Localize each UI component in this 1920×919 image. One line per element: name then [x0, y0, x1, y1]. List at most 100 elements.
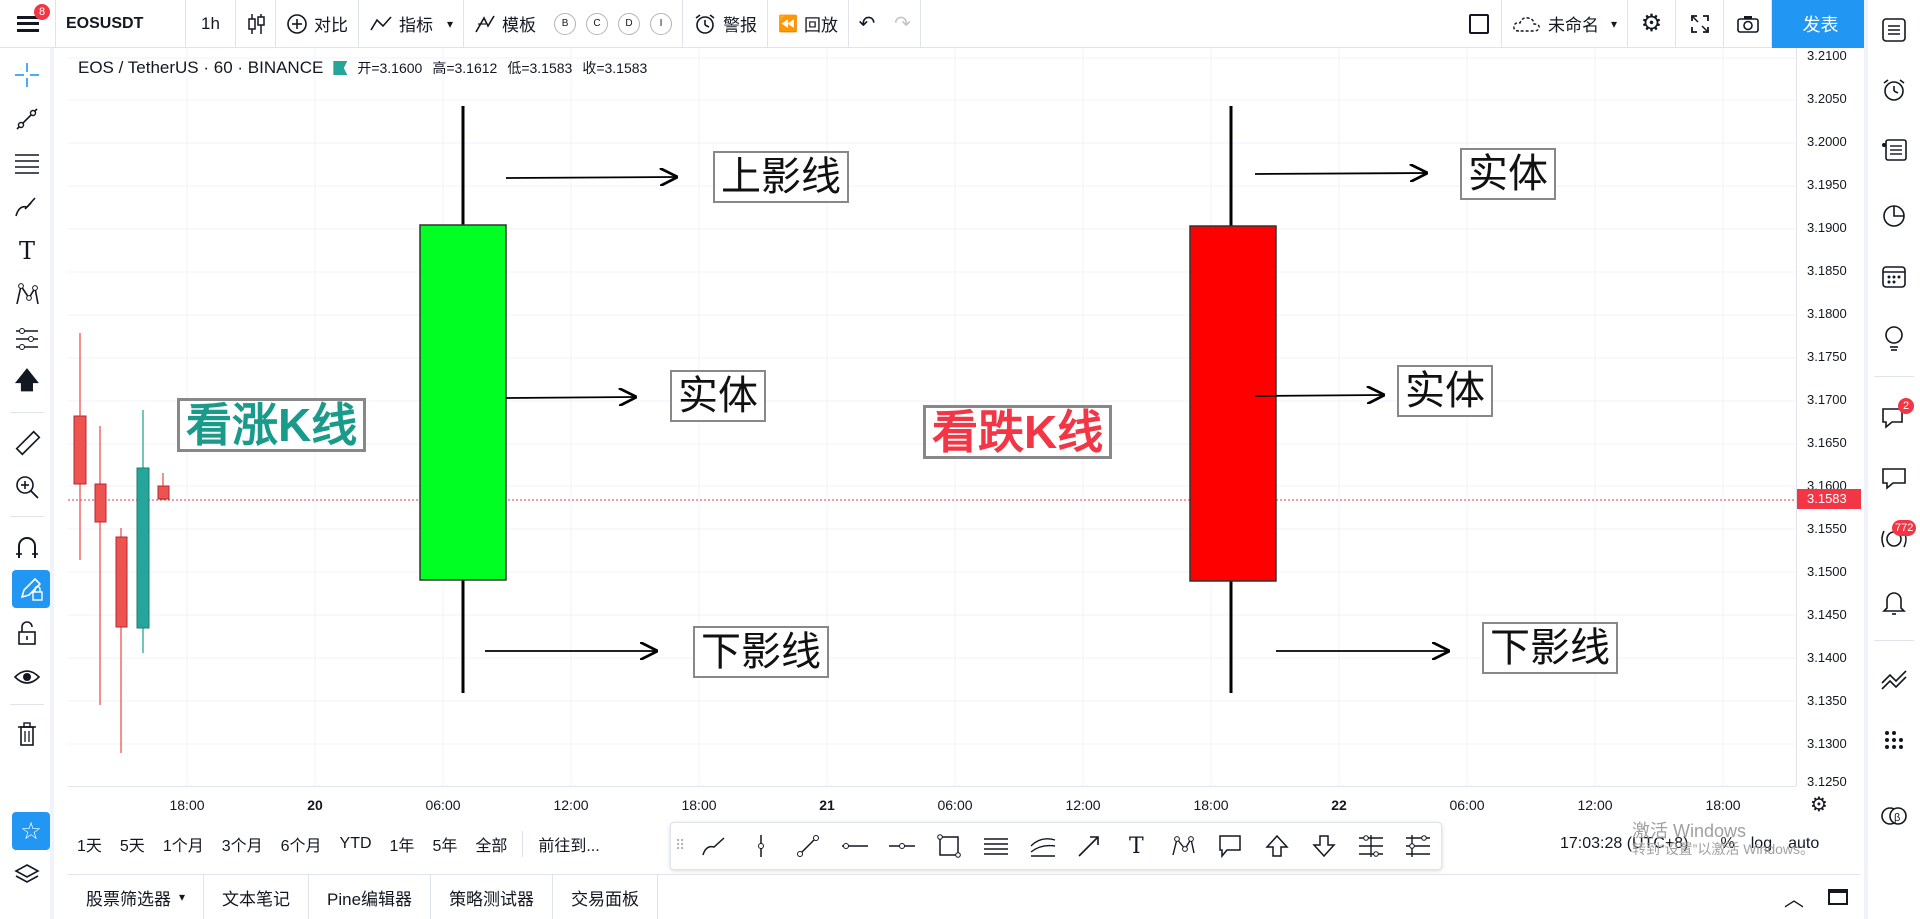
- alerts-button[interactable]: [1868, 70, 1920, 110]
- axis-settings-button[interactable]: ⚙: [1810, 792, 1828, 817]
- range-1d[interactable]: 1天: [68, 832, 111, 856]
- tab-trading-panel[interactable]: 交易面板: [553, 874, 659, 919]
- undo-button[interactable]: ↶: [849, 0, 885, 48]
- chart-type-button[interactable]: [236, 0, 276, 48]
- interval-button[interactable]: 1h: [186, 0, 236, 48]
- order-panel-button[interactable]: [1868, 660, 1920, 700]
- price-tick: 3.1500: [1807, 564, 1847, 579]
- publish-button[interactable]: 发表: [1772, 0, 1870, 48]
- symbol-search-button[interactable]: EOSUSDT: [56, 0, 186, 48]
- draw-horizontal-line-tool[interactable]: [879, 824, 926, 868]
- range-ytd[interactable]: YTD: [331, 835, 381, 853]
- zoom-tool[interactable]: [0, 468, 54, 506]
- indicators-button[interactable]: 指标 ▾: [359, 0, 465, 48]
- tab-stock-screener[interactable]: 股票筛选器 ▾: [68, 874, 205, 919]
- brush-tool[interactable]: [0, 188, 54, 226]
- layout-name-button[interactable]: 未命名 ▾: [1502, 0, 1628, 48]
- chip-c[interactable]: C: [586, 12, 609, 35]
- fib-tool[interactable]: [0, 144, 54, 182]
- compare-button[interactable]: 对比: [276, 0, 359, 48]
- object-tree-tool[interactable]: [0, 856, 54, 894]
- private-chats-button[interactable]: [1868, 458, 1920, 498]
- text-tool[interactable]: T: [0, 232, 54, 270]
- prediction-tool[interactable]: [0, 320, 54, 358]
- range-6m[interactable]: 6个月: [272, 832, 331, 856]
- trendline-tool[interactable]: [0, 100, 54, 138]
- window-icon: [1828, 889, 1848, 905]
- alert-button[interactable]: 警报: [683, 0, 769, 48]
- main-menu-button[interactable]: 8: [0, 0, 56, 48]
- help-center-button[interactable]: β: [1868, 796, 1920, 836]
- arrow-up-tool[interactable]: 🡅: [0, 364, 54, 402]
- tab-pine-editor[interactable]: Pine编辑器: [309, 874, 432, 919]
- draw-date-range-tool[interactable]: [1347, 824, 1394, 868]
- draw-vertical-line-tool[interactable]: [738, 824, 785, 868]
- crosshair-tool[interactable]: [0, 56, 54, 94]
- draw-brush-tool[interactable]: [691, 824, 738, 868]
- goto-date-button[interactable]: 前往到...: [529, 832, 608, 856]
- data-window-button[interactable]: [1868, 130, 1920, 170]
- measure-tool[interactable]: [0, 424, 54, 462]
- favorites-tool[interactable]: ☆: [12, 812, 50, 850]
- dom-button[interactable]: [1868, 720, 1920, 760]
- time-axis[interactable]: 18:00 20 06:00 12:00 18:00 21 06:00 12:0…: [68, 786, 1796, 814]
- fullscreen-button[interactable]: [1676, 0, 1724, 48]
- tab-strategy-tester[interactable]: 策略测试器: [431, 874, 554, 919]
- drag-handle-icon[interactable]: ⠿: [675, 837, 685, 854]
- draw-parallel-channel-tool[interactable]: [1019, 824, 1066, 868]
- chip-d[interactable]: D: [618, 12, 641, 35]
- notifications-button[interactable]: [1868, 582, 1920, 622]
- snapshot-button[interactable]: [1724, 0, 1772, 48]
- templates-button[interactable]: 模板 B C D I: [464, 0, 684, 48]
- range-1y[interactable]: 1年: [381, 832, 424, 856]
- range-3m[interactable]: 3个月: [213, 832, 272, 856]
- tab-text-notes[interactable]: 文本笔记: [204, 874, 310, 919]
- lock-drawing-tool[interactable]: [12, 570, 50, 608]
- bell-icon: [1882, 592, 1906, 615]
- hide-drawings-tool[interactable]: [0, 658, 54, 696]
- draw-arrow-up-tool[interactable]: [1254, 824, 1301, 868]
- draw-rectangle-tool[interactable]: [925, 824, 972, 868]
- draw-pattern-tool[interactable]: [1160, 824, 1207, 868]
- draw-arrow-down-tool[interactable]: [1300, 824, 1347, 868]
- flag-icon[interactable]: [333, 61, 348, 75]
- public-chats-button[interactable]: 2: [1868, 398, 1920, 438]
- prediction-icon: [16, 328, 38, 350]
- range-5y[interactable]: 5年: [423, 832, 466, 856]
- draw-callout-tool[interactable]: [1207, 824, 1254, 868]
- draw-trendline-tool[interactable]: [785, 824, 832, 868]
- maximize-panel-button[interactable]: [1816, 889, 1860, 905]
- price-axis[interactable]: 3.2100 3.2050 3.2000 3.1950 3.1900 3.185…: [1796, 48, 1861, 789]
- draw-arrow-tool[interactable]: [1066, 824, 1113, 868]
- magnet-icon: [16, 537, 38, 558]
- draw-price-range-tool[interactable]: [1394, 824, 1441, 868]
- legend-title[interactable]: EOS / TetherUS · 60 · BINANCE: [78, 58, 323, 78]
- pattern-tool[interactable]: [0, 276, 54, 314]
- collapse-panel-button[interactable]: ︿: [1772, 883, 1816, 912]
- ideas-stream-button[interactable]: [1868, 318, 1920, 358]
- lock-all-tool[interactable]: [0, 614, 54, 652]
- remove-drawings-tool[interactable]: [0, 716, 54, 754]
- range-5d[interactable]: 5天: [111, 832, 154, 856]
- legend-open: 开=3.1600: [357, 60, 423, 76]
- chip-b[interactable]: B: [554, 12, 577, 35]
- redo-button[interactable]: ↷: [885, 0, 921, 48]
- chip-i[interactable]: I: [650, 12, 673, 35]
- magnet-tool[interactable]: [0, 528, 54, 566]
- range-all[interactable]: 全部: [466, 832, 516, 856]
- ideas-button[interactable]: 772: [1868, 520, 1920, 560]
- settings-button[interactable]: ⚙: [1628, 0, 1676, 48]
- calendar-button[interactable]: [1868, 256, 1920, 296]
- hotlists-button[interactable]: [1868, 196, 1920, 236]
- time-label: 12:00: [1065, 797, 1101, 813]
- data-window-icon: [1882, 139, 1907, 161]
- draw-horizontal-ray-tool[interactable]: [832, 824, 879, 868]
- range-1m[interactable]: 1个月: [154, 832, 213, 856]
- replay-button[interactable]: ⏪ 回放: [768, 0, 849, 48]
- draw-text-tool[interactable]: T: [1113, 824, 1160, 868]
- layout-select-button[interactable]: [1458, 0, 1502, 48]
- ideas-badge: 772: [1892, 520, 1917, 536]
- draw-fib-tool[interactable]: [972, 824, 1019, 868]
- watchlist-button[interactable]: [1868, 10, 1920, 50]
- price-tick: 3.1900: [1807, 220, 1847, 235]
